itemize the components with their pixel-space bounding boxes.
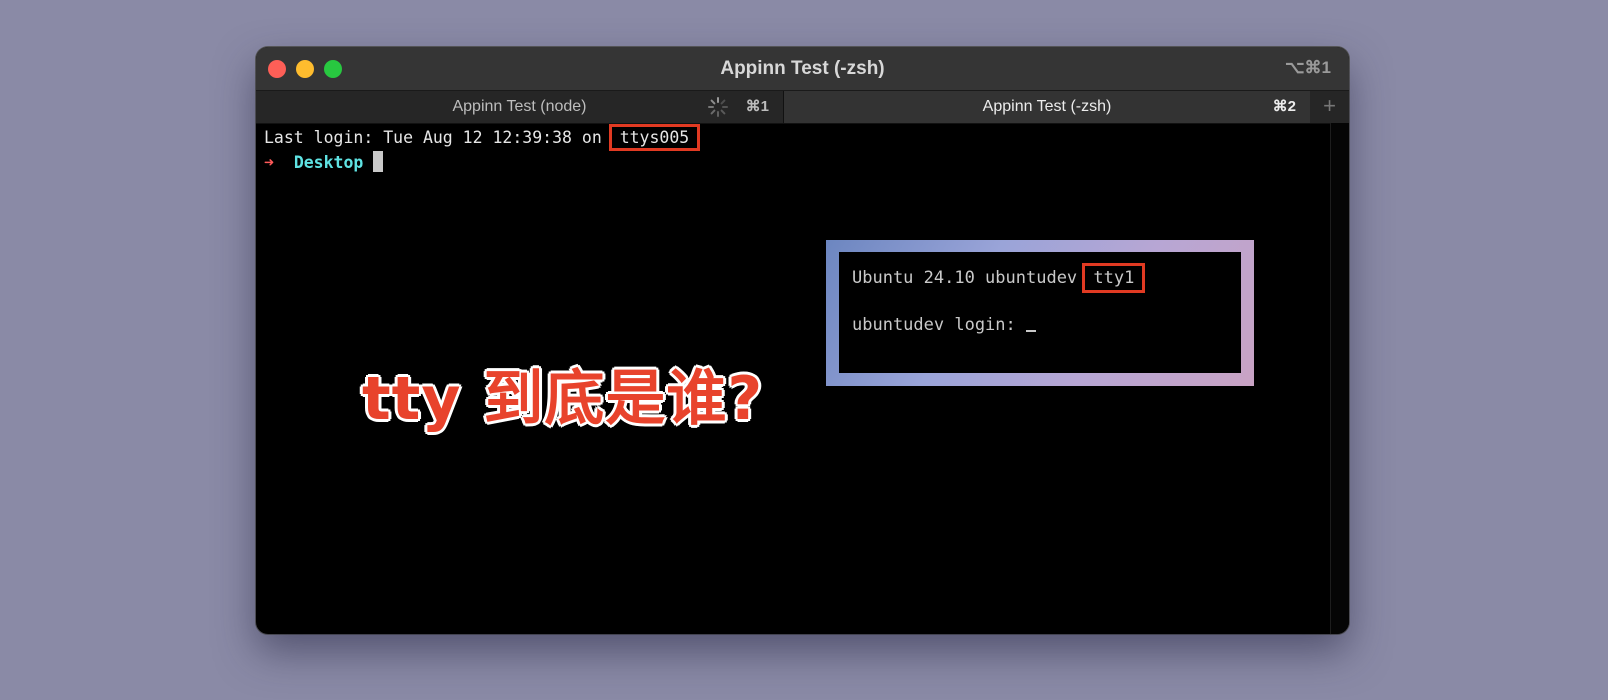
console-cursor — [1026, 330, 1036, 332]
scrollbar[interactable] — [1330, 123, 1349, 634]
window-title: Appinn Test (-zsh) — [720, 58, 885, 79]
tab-bar: Appinn Test (node) ⌘1 Appinn Test (-zsh)… — [256, 90, 1349, 124]
login-tty-highlight: ttys005 — [608, 124, 701, 151]
login-line: Last login: Tue Aug 12 12:39:38 on ttys0… — [264, 124, 701, 151]
tab-shortcut: ⌘2 — [1272, 98, 1296, 115]
tab-zsh[interactable]: Appinn Test (-zsh) ⌘2 — [784, 91, 1310, 123]
title-bar[interactable]: Appinn Test (-zsh) ⌥⌘1 — [256, 47, 1349, 90]
tab-label: Appinn Test (node) — [452, 98, 587, 115]
prompt-directory: Desktop — [293, 153, 364, 172]
tab-label: Appinn Test (-zsh) — [982, 98, 1112, 115]
console-line-1: Ubuntu 24.10 ubuntudev tty1 — [852, 263, 1146, 293]
tab-shortcut: ⌘1 — [745, 98, 769, 115]
overlay-title: tty 到底是谁? — [362, 364, 764, 434]
add-tab-button[interactable]: + — [1310, 91, 1349, 123]
prompt-arrow-icon: ➜ — [264, 153, 274, 172]
console-banner: Ubuntu 24.10 ubuntudev — [852, 268, 1088, 288]
login-text: Last login: Tue Aug 12 12:39:38 on — [264, 128, 612, 147]
ubuntu-console-screenshot: Ubuntu 24.10 ubuntudev tty1 ubuntudev lo… — [826, 240, 1254, 386]
console-login-prompt: ubuntudev login: — [852, 315, 1026, 335]
terminal-output[interactable]: Last login: Tue Aug 12 12:39:38 on ttys0… — [264, 124, 701, 175]
tab-node[interactable]: Appinn Test (node) ⌘1 — [256, 91, 784, 123]
text-cursor — [373, 151, 384, 172]
console-tty-highlight: tty1 — [1082, 263, 1146, 293]
console-line-2: ubuntudev login: — [852, 315, 1036, 335]
console-screen: Ubuntu 24.10 ubuntudev tty1 ubuntudev lo… — [839, 252, 1241, 373]
prompt-line: ➜ Desktop — [264, 151, 384, 172]
spinner-icon — [708, 97, 728, 117]
window-shortcut: ⌥⌘1 — [1284, 58, 1331, 77]
